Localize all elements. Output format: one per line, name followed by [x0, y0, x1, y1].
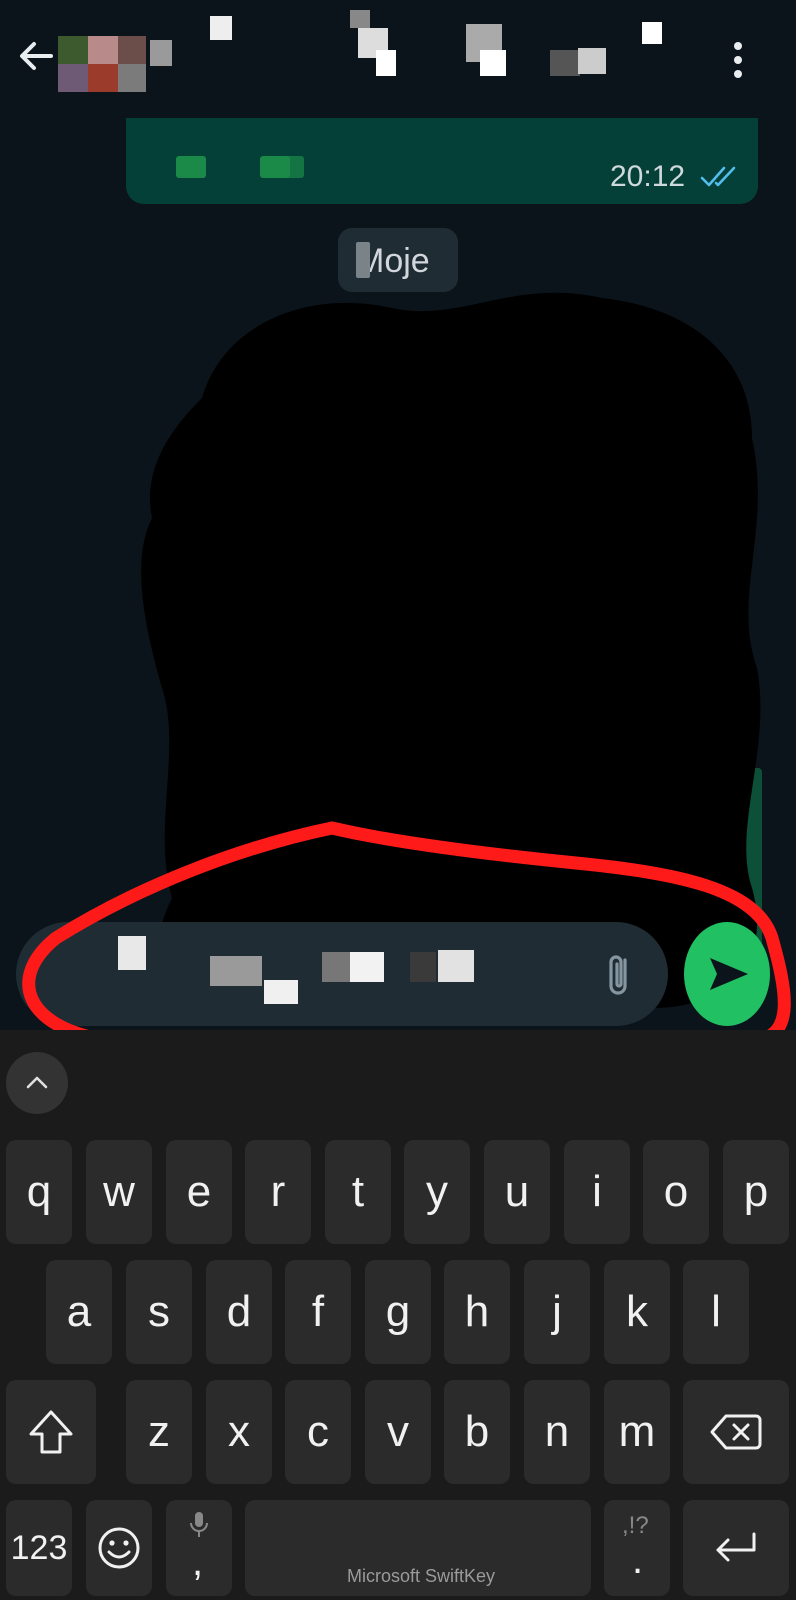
key-i[interactable]: i — [564, 1140, 630, 1244]
period-key[interactable]: ,!? . — [604, 1500, 670, 1596]
shift-icon — [29, 1410, 73, 1454]
key-x[interactable]: x — [206, 1380, 272, 1484]
key-h[interactable]: h — [444, 1260, 510, 1364]
key-z[interactable]: z — [126, 1380, 192, 1484]
key-r[interactable]: r — [245, 1140, 311, 1244]
key-b[interactable]: b — [444, 1380, 510, 1484]
comma-label: , — [192, 1540, 204, 1584]
double-check-icon — [700, 166, 736, 187]
paperclip-icon[interactable] — [600, 950, 638, 1000]
key-n[interactable]: n — [524, 1380, 590, 1484]
microphone-icon — [190, 1512, 208, 1537]
redaction-scribble — [141, 292, 761, 1018]
key-y[interactable]: y — [404, 1140, 470, 1244]
key-f[interactable]: f — [285, 1260, 351, 1364]
emoji-key[interactable] — [86, 1500, 152, 1596]
message-list: 20:12 Moje — [0, 118, 796, 1018]
collapse-keyboard-button[interactable] — [6, 1052, 68, 1114]
key-g[interactable]: g — [365, 1260, 431, 1364]
chat-header — [0, 0, 796, 118]
send-icon — [710, 958, 748, 990]
comma-key[interactable]: , — [166, 1500, 232, 1596]
space-key[interactable]: Microsoft SwiftKey — [245, 1500, 591, 1596]
key-j[interactable]: j — [524, 1260, 590, 1364]
enter-key[interactable] — [683, 1500, 789, 1596]
more-vertical-icon[interactable] — [730, 40, 744, 80]
key-u[interactable]: u — [484, 1140, 550, 1244]
key-p[interactable]: p — [723, 1140, 789, 1244]
key-q[interactable]: q — [6, 1140, 72, 1244]
key-d[interactable]: d — [206, 1260, 272, 1364]
key-s[interactable]: s — [126, 1260, 192, 1364]
arrow-left-icon[interactable] — [18, 38, 54, 74]
key-l[interactable]: l — [683, 1260, 749, 1364]
key-a[interactable]: a — [46, 1260, 112, 1364]
key-m[interactable]: m — [604, 1380, 670, 1484]
backspace-key[interactable] — [683, 1380, 789, 1484]
key-e[interactable]: e — [166, 1140, 232, 1244]
message-time: 20:12 — [610, 160, 686, 193]
key-o[interactable]: o — [643, 1140, 709, 1244]
send-button[interactable] — [684, 922, 770, 1026]
key-v[interactable]: v — [365, 1380, 431, 1484]
period-label: . — [632, 1538, 644, 1582]
keyboard-brand: Microsoft SwiftKey — [347, 1566, 496, 1586]
key-k[interactable]: k — [604, 1260, 670, 1364]
key-t[interactable]: t — [325, 1140, 391, 1244]
punctuation-hint: ,!? — [622, 1512, 649, 1539]
key-w[interactable]: w — [86, 1140, 152, 1244]
enter-icon — [716, 1532, 756, 1562]
emoji-icon — [98, 1527, 140, 1569]
shift-key[interactable] — [6, 1380, 96, 1484]
contact-name-redacted[interactable] — [190, 10, 670, 80]
chevron-up-icon — [26, 1076, 48, 1089]
key-c[interactable]: c — [285, 1380, 351, 1484]
numbers-key[interactable]: 123 — [6, 1500, 72, 1596]
contact-avatar[interactable] — [58, 36, 176, 94]
backspace-icon — [710, 1414, 762, 1450]
